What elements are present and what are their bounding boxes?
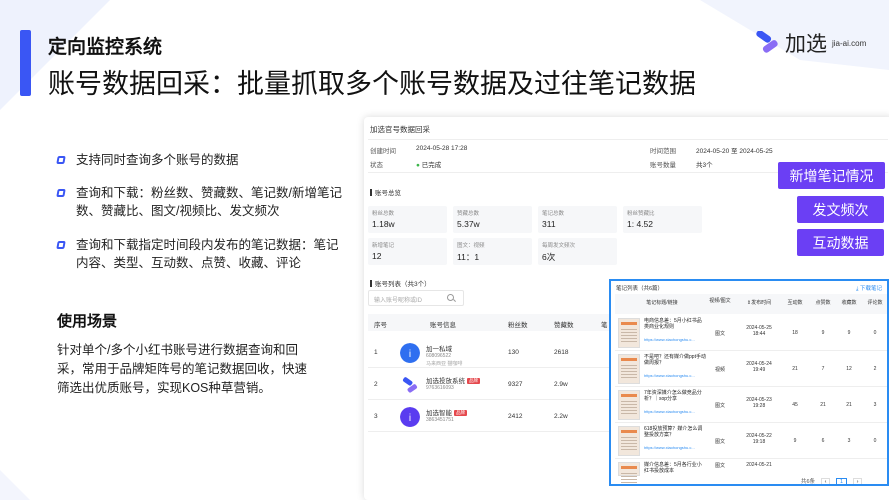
account-search-input[interactable]: 输入账号昵称或ID: [368, 290, 464, 306]
notes-table-header: 笔记标题/链接 视频/图文 ⇕发布时间 互动数 点赞数 收藏数 评论数: [615, 294, 887, 314]
brand-badge: 品牌: [454, 410, 467, 416]
note-title: 电商信息差：5月小红书品类商业化规则: [644, 318, 702, 330]
created-time: 创建时间 2024-05-28 17:28: [370, 145, 468, 155]
bullet-item: 查询和下载：粉丝数、赞藏数、笔记数/新增笔记数、赞藏比、图文/视频比、发文频次: [56, 184, 347, 220]
bullet-item: 查询和下载指定时间段内发布的笔记数据：笔记内容、类型、互动数、点赞、收藏、评论: [56, 236, 347, 272]
bullet-icon: [56, 241, 66, 249]
account-tags: 马来西亚 猫咖啡: [426, 361, 463, 367]
note-title: 7年资深媒介怎么做竞品分析？｜sop分享: [644, 390, 702, 402]
account-id: 608096522: [426, 353, 452, 359]
prev-page-button[interactable]: ‹: [820, 478, 831, 484]
note-link[interactable]: https://www.xiaohongshu.c...: [644, 337, 706, 342]
svg-text:i: i: [409, 413, 411, 424]
note-link[interactable]: https://www.xiaohongshu.c...: [644, 373, 706, 378]
pagination: 共6条 ‹ 1 ›: [801, 477, 863, 484]
task-status: 状态 ● 已完成: [370, 162, 442, 169]
account-id: 9763616093: [426, 385, 454, 391]
brand-badge: 品牌: [467, 378, 480, 384]
stat-card: 粉丝总数 1.18w: [368, 206, 447, 233]
note-thumbnail: [618, 426, 640, 456]
col-index: 序号: [374, 322, 387, 329]
note-row[interactable]: 7年资深媒介怎么做竞品分析？｜sop分享 https://www.xiaohon…: [615, 387, 887, 423]
logo-text: 加选: [785, 33, 827, 56]
bullet-icon: [56, 189, 66, 197]
note-thumbnail: [618, 318, 640, 348]
note-link[interactable]: https://www.xiaohongshu.c...: [644, 409, 706, 414]
post-frequency-button[interactable]: 发文频次: [797, 196, 884, 223]
note-row[interactable]: 不是吧？还有媒介做ppt手动做周报？ https://www.xiaohongs…: [615, 351, 887, 387]
overview-title: 账号总览: [370, 187, 401, 197]
jia-ai-logo-icon: [756, 31, 778, 53]
stat-card: 图文：视频 11：1: [453, 238, 532, 265]
time-range: 时间范围 2024-05-20 至 2024-05-25: [650, 148, 773, 155]
avatar: i: [400, 407, 420, 427]
stat-card: 赞藏总数 5.37w: [453, 206, 532, 233]
next-page-button[interactable]: ›: [852, 478, 863, 484]
account-count: 账号数量 共3个: [650, 162, 713, 169]
note-row[interactable]: 618投放预算？媒介怎么调整投放方案？ https://www.xiaohong…: [615, 423, 887, 459]
avatar: i: [400, 343, 420, 363]
bullet-item: 支持同时查询多个账号的数据: [56, 151, 347, 169]
col-notes[interactable]: 笔: [601, 319, 608, 329]
note-row[interactable]: 电商信息差：5月小红书品类商业化规则 https://www.xiaohongs…: [615, 315, 887, 351]
note-row[interactable]: 媒介信息差：5月各行业小红书投放成本 图文 2024-05-21: [615, 459, 887, 484]
stat-card: 笔记总数 311: [538, 206, 617, 233]
stat-card: 新增笔记 12: [368, 238, 447, 265]
scenario-title: 使用场景: [57, 313, 118, 330]
status-dot-icon: ●: [416, 162, 420, 169]
account-id: 3863451751: [426, 417, 454, 423]
page-1-button[interactable]: 1: [835, 478, 848, 484]
notes-list-title: 笔记列表（共6篇）: [616, 286, 664, 292]
scenario-body: 针对单个/多个小红书账号进行数据查询和回采，常用于品牌矩阵号的笔记数据回收，快速…: [57, 343, 308, 395]
note-thumbnail: [618, 354, 640, 384]
account-name[interactable]: 加选投放系统 品牌: [426, 375, 480, 385]
col-likes[interactable]: 赞藏数: [554, 319, 574, 329]
logo-domain: jia-ai.com: [832, 38, 867, 48]
stat-card: 每周发文频次 6次: [538, 238, 617, 265]
note-title: 媒介信息差：5月各行业小红书投放成本: [644, 462, 702, 474]
search-icon[interactable]: [447, 294, 454, 301]
section-title: 定向监控系统: [48, 37, 163, 58]
account-name[interactable]: 加一私域: [426, 343, 452, 353]
download-notes-button[interactable]: ⤓ 下载笔记: [856, 284, 882, 293]
account-list-title: 账号列表（共3个）: [370, 278, 431, 288]
note-thumbnail: [618, 390, 640, 420]
title-accent-bar: [20, 30, 31, 96]
bullet-icon: [56, 156, 66, 164]
page-title: 账号数据回采：批量抓取多个账号数据及过往笔记数据: [48, 69, 696, 99]
avatar: [402, 377, 418, 393]
brand-logo: 加选 jia-ai.com: [753, 28, 866, 58]
stat-card: 粉丝赞藏比 1: 4.52: [623, 206, 702, 233]
new-notes-button[interactable]: 新增笔记情况: [778, 162, 885, 189]
col-fans[interactable]: 粉丝数: [508, 319, 528, 329]
account-name[interactable]: 加选智能 品牌: [426, 407, 467, 417]
note-link[interactable]: https://www.xiaohongshu.c...: [644, 445, 706, 450]
note-title: 618投放预算？媒介怎么调整投放方案？: [644, 426, 703, 438]
note-title: 不是吧？还有媒介做ppt手动做周报？: [644, 354, 706, 366]
panel-title: 加选官号数据回采: [370, 125, 430, 134]
interaction-data-button[interactable]: 互动数据: [797, 229, 884, 256]
note-thumbnail: [618, 462, 640, 484]
svg-text:i: i: [409, 349, 411, 360]
notes-list-panel: 笔记列表（共6篇） ⤓ 下载笔记 笔记标题/链接 视频/图文 ⇕发布时间 互动数…: [609, 279, 889, 486]
col-account-info: 账号信息: [430, 322, 456, 329]
